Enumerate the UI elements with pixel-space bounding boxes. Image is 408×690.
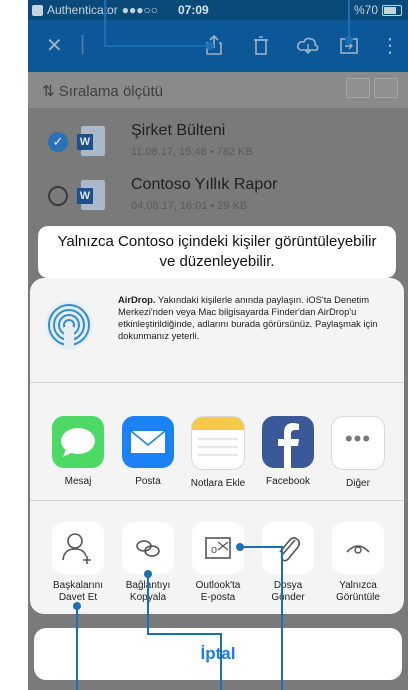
unselected-check-icon[interactable] — [48, 186, 68, 206]
action-email-outlook[interactable]: o Outlook'ta E-posta — [186, 522, 250, 604]
action-label-line: Başkalarını — [52, 580, 104, 591]
cloud-icon[interactable] — [296, 34, 320, 56]
facebook-icon — [262, 416, 314, 468]
status-left: Authenticator ●●●○○ — [32, 3, 158, 17]
app-label: Mesaj — [64, 476, 92, 487]
app-label: Facebook — [266, 476, 310, 487]
action-send-file[interactable]: Dosya Gönder — [256, 522, 320, 604]
callout-line — [104, 45, 210, 47]
eye-icon — [332, 522, 384, 574]
sort-label[interactable]: ⇅ Sıralama ölçütü — [42, 82, 163, 100]
action-invite-people[interactable]: Başkalarını Davet Et — [46, 522, 110, 604]
action-label: Outlook'ta E-posta — [186, 580, 250, 604]
callout-dot — [144, 570, 152, 578]
callout-dot — [236, 543, 244, 551]
more-icon: ••• — [331, 416, 385, 470]
share-actions-row: BaşkalarınıDavet Et BağlantıyıKopyala o … — [30, 500, 404, 614]
action-label-line: Yalnızca — [339, 580, 377, 591]
word-file-icon — [77, 126, 105, 156]
callout-line — [76, 606, 78, 690]
file-meta: 11.08.17, 15:48 • 782 KB — [131, 146, 253, 158]
airdrop-section: AirDrop. Yakındaki kişilerle anında payl… — [30, 278, 404, 383]
action-label-line: Görüntüle — [336, 592, 380, 603]
airdrop-description: AirDrop. Yakındaki kişilerle anında payl… — [118, 294, 402, 342]
app-mail[interactable]: Posta — [116, 416, 180, 487]
app-label: Notlara Ekle — [190, 478, 246, 489]
callout-line — [281, 546, 283, 690]
divider: | — [80, 33, 86, 55]
app-more[interactable]: ••• Diğer — [326, 416, 390, 489]
file-row[interactable]: Contoso Yıllık Rapor 04.08.17, 16:01 • 2… — [28, 168, 408, 226]
battery-percent: %70 — [353, 3, 378, 17]
callout-dot — [206, 42, 214, 50]
file-row[interactable]: ✓ Şirket Bülteni 11.08.17, 15:48 • 782 K… — [28, 114, 408, 172]
action-label-line: Gönder — [271, 592, 305, 603]
status-bar: Authenticator ●●●○○ 07:09 %70 — [28, 0, 408, 20]
status-right: %70 — [354, 3, 402, 17]
share-apps-row: Mesaj Posta Notlara Ekle Facebook ••• Di… — [30, 382, 404, 501]
action-label: Başkalarını Davet Et — [46, 580, 110, 604]
status-time: 07:09 — [178, 3, 209, 17]
trash-icon[interactable] — [252, 34, 270, 56]
share-sheet: AirDrop. Yakındaki kişilerle anında payl… — [30, 278, 404, 614]
action-label-line: E-posta — [200, 592, 236, 603]
phone-screen: Authenticator ●●●○○ 07:09 %70 ✕ | ⋮ ⇅ Sı… — [28, 0, 408, 690]
callout-dot — [345, 36, 353, 44]
link-icon — [122, 522, 174, 574]
battery-icon — [382, 4, 402, 16]
app-facebook[interactable]: Facebook — [256, 416, 320, 487]
airdrop-body: Yakındaki kişilerle anında paylaşın. iOS… — [118, 294, 378, 341]
app-label: Diğer — [346, 478, 370, 489]
action-label-line: Outlook'ta — [195, 580, 241, 591]
callout-dot — [73, 602, 81, 610]
callout-line — [240, 546, 282, 548]
file-name: Şirket Bülteni — [131, 122, 226, 139]
file-meta: 04.08.17, 16:01 • 29 KB — [131, 200, 248, 212]
callout-line — [348, 0, 350, 38]
app-messages[interactable]: Mesaj — [46, 416, 110, 487]
more-vertical-icon[interactable]: ⋮ — [380, 34, 400, 58]
action-view-only[interactable]: Yalnızca Görüntüle — [326, 522, 390, 604]
carrier-label: Authenticator — [47, 3, 118, 17]
paperclip-icon — [262, 522, 314, 574]
view-toggle — [346, 78, 398, 98]
signal-indicator: ●●●○○ — [121, 3, 158, 17]
word-file-icon — [77, 180, 105, 210]
close-icon[interactable]: ✕ — [46, 34, 63, 58]
callout-line — [147, 574, 149, 634]
action-label-line: Dosya — [273, 580, 303, 591]
messages-icon — [52, 416, 104, 468]
cancel-button[interactable]: İptal — [34, 628, 402, 680]
airdrop-title: AirDrop. — [118, 294, 156, 305]
airdrop-icon[interactable] — [44, 300, 94, 350]
notes-icon — [191, 416, 245, 470]
selected-check-icon[interactable]: ✓ — [48, 132, 68, 152]
grid-view-icon[interactable] — [374, 78, 398, 98]
top-toolbar: ✕ | ⋮ — [28, 20, 408, 72]
action-label: Dosya Gönder — [256, 580, 320, 604]
back-to-app-icon[interactable] — [32, 4, 43, 16]
list-view-icon[interactable] — [346, 78, 370, 98]
app-notes[interactable]: Notlara Ekle — [186, 416, 250, 489]
callout-line — [104, 0, 106, 46]
banner-line: Yalnızca Contoso içindeki kişiler görünt… — [57, 233, 377, 250]
banner-line: ve düzenleyebilir. — [159, 253, 275, 270]
callout-line — [147, 633, 222, 635]
action-label: Yalnızca Görüntüle — [326, 580, 390, 604]
callout-line — [220, 633, 222, 690]
sort-label-text: Sıralama ölçütü — [58, 83, 163, 100]
sharing-restriction-banner: Yalnızca Contoso içindeki kişiler görünt… — [38, 226, 396, 278]
app-label: Posta — [135, 476, 161, 487]
mail-icon — [122, 416, 174, 468]
add-person-icon — [52, 522, 104, 574]
svg-text:o: o — [211, 544, 217, 556]
file-name: Contoso Yıllık Rapor — [131, 176, 278, 193]
